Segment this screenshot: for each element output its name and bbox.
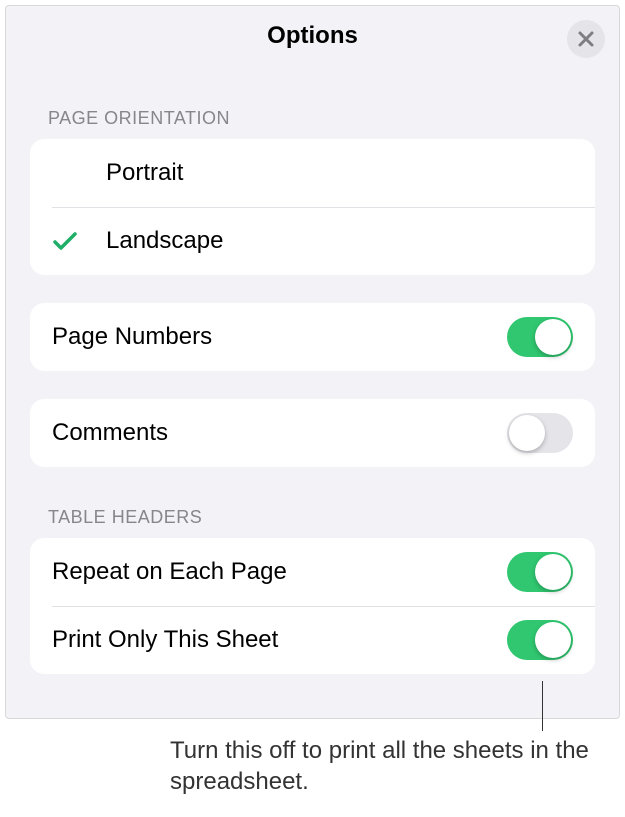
print-only-toggle[interactable] — [507, 620, 573, 660]
page-numbers-label: Page Numbers — [52, 323, 507, 351]
repeat-row: Repeat on Each Page — [30, 538, 595, 606]
comments-label: Comments — [52, 419, 507, 447]
comments-toggle[interactable] — [507, 413, 573, 453]
page-numbers-row: Page Numbers — [30, 303, 595, 371]
callout-text: Turn this off to print all the sheets in… — [170, 735, 600, 797]
panel-title: Options — [267, 22, 358, 50]
orientation-group: Portrait Landscape — [30, 139, 595, 275]
orientation-label-landscape: Landscape — [106, 227, 573, 255]
repeat-label: Repeat on Each Page — [52, 558, 507, 586]
table-headers-group: Repeat on Each Page Print Only This Shee… — [30, 538, 595, 674]
section-header-table-headers: Table Headers — [6, 467, 619, 538]
print-only-label: Print Only This Sheet — [52, 626, 507, 654]
options-panel: Options Page Orientation Portrait Landsc… — [5, 5, 620, 719]
close-icon — [577, 30, 595, 48]
repeat-toggle[interactable] — [507, 552, 573, 592]
section-header-orientation: Page Orientation — [6, 66, 619, 139]
comments-group: Comments — [30, 399, 595, 467]
panel-header: Options — [6, 6, 619, 66]
check-slot-landscape — [52, 230, 106, 252]
page-numbers-toggle[interactable] — [507, 317, 573, 357]
orientation-label-portrait: Portrait — [106, 159, 573, 187]
orientation-option-portrait[interactable]: Portrait — [30, 139, 595, 207]
page-numbers-group: Page Numbers — [30, 303, 595, 371]
orientation-option-landscape[interactable]: Landscape — [30, 207, 595, 275]
comments-row: Comments — [30, 399, 595, 467]
checkmark-icon — [52, 230, 78, 252]
close-button[interactable] — [567, 20, 605, 58]
callout-leader-line — [542, 681, 543, 731]
print-only-row: Print Only This Sheet — [30, 606, 595, 674]
